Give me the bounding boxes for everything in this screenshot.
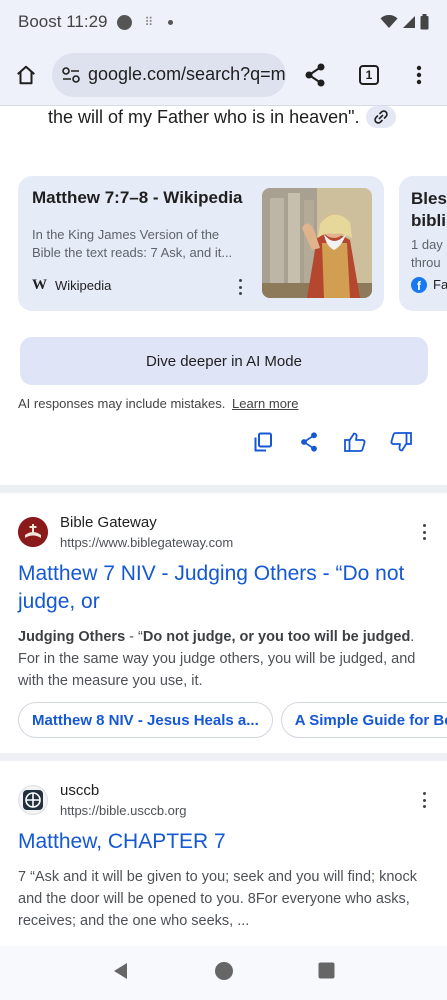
source-card-source: W Wikipedia: [32, 277, 111, 294]
result-snippet: 7 “Ask and it will be given to you; seek…: [18, 869, 417, 929]
result-url: https://bible.usccb.org: [60, 803, 187, 818]
source-card-source-name: Wikipedia: [55, 278, 112, 293]
section-divider: [0, 485, 447, 493]
result-title-link[interactable]: Matthew 7 NIV - Judging Others - “Do not…: [18, 560, 438, 616]
home-nav-button[interactable]: [214, 961, 234, 986]
search-result: Bible Gateway https://www.biblegateway.c…: [0, 514, 447, 754]
status-carrier-time: Boost 11:29: [18, 12, 108, 31]
url-text: google.com/search?q=m: [88, 64, 286, 84]
result-source[interactable]: usccb https://bible.usccb.org: [18, 782, 186, 818]
source-card-more-button[interactable]: [233, 279, 247, 295]
copy-button[interactable]: [250, 426, 276, 458]
source-card-title: Bles bibli: [411, 188, 447, 232]
dive-deeper-ai-mode-button[interactable]: Dive deeper in AI Mode: [20, 337, 428, 385]
source-card-snippet: In the King James Version of the Bible t…: [32, 227, 233, 260]
share-ai-button[interactable]: [296, 426, 322, 458]
biblegateway-favicon-icon: [18, 517, 48, 547]
result-snippet: Judging Others - “Do not judge, or you t…: [18, 626, 433, 692]
source-card-title: Matthew 7:7–8 - Wikipedia: [32, 188, 243, 207]
ai-overview-text: the will of my Father who is in heaven".: [48, 106, 396, 128]
usccb-favicon-icon: [18, 785, 48, 815]
home-button[interactable]: [0, 49, 52, 101]
source-card-title-line: Bles: [411, 189, 447, 208]
source-card-snippet: 1 day a throu: [411, 236, 447, 272]
result-more-button[interactable]: [421, 524, 427, 540]
menu-button[interactable]: [396, 52, 442, 98]
back-button[interactable]: [112, 962, 130, 985]
wikipedia-icon: W: [32, 277, 47, 293]
result-url: https://www.biblegateway.com: [60, 535, 234, 550]
sitelink-chips: Matthew 8 NIV - Jesus Heals a... A Simpl…: [18, 702, 447, 738]
link-icon: [373, 110, 388, 124]
source-card-snippet-line: throu: [411, 255, 441, 270]
ai-overview-quote-tail: the will of my Father who is in heaven".: [48, 106, 360, 127]
wifi-icon: [380, 15, 398, 28]
section-divider: [0, 753, 447, 761]
system-navigation-bar: [0, 946, 447, 1000]
ai-disclaimer: AI responses may include mistakes. Learn…: [18, 396, 298, 411]
recents-square-icon: [318, 962, 335, 979]
recents-button[interactable]: [318, 962, 335, 984]
home-icon: [17, 65, 35, 84]
home-circle-icon: [215, 961, 233, 980]
more-notifications-icon: [168, 19, 174, 25]
search-result: usccb https://bible.usccb.org Matthew, C…: [0, 782, 447, 944]
source-card-snippet-line: 1 day a: [411, 237, 447, 252]
notification-dot-icon: [117, 14, 133, 30]
source-card-source-name: Fa: [433, 277, 447, 292]
result-more-button[interactable]: [421, 792, 427, 808]
source-card-wikipedia[interactable]: Matthew 7:7–8 - Wikipedia In the King Ja…: [18, 176, 384, 311]
signal-icon: [403, 16, 415, 28]
share-icon: [301, 432, 317, 452]
share-icon: [305, 63, 325, 86]
back-triangle-icon: [114, 962, 127, 979]
result-site-name: Bible Gateway: [60, 514, 157, 531]
citation-link-button[interactable]: [365, 106, 396, 128]
thumbs-down-button[interactable]: [388, 426, 414, 458]
search-results-page: the will of my Father who is in heaven".…: [0, 106, 447, 944]
snippet-bold: Do not judge, or you too will be judged: [142, 629, 411, 645]
thumbs-up-button[interactable]: [342, 426, 368, 458]
sitelink-chip[interactable]: A Simple Guide for Beh: [280, 702, 447, 738]
copy-icon: [254, 432, 272, 452]
thumbs-down-icon: [390, 432, 412, 452]
tab-switcher-button[interactable]: 1: [346, 52, 392, 98]
source-cards-row: Matthew 7:7–8 - Wikipedia In the King Ja…: [18, 176, 447, 311]
grid-icon: ⠿: [144, 15, 153, 29]
learn-more-link[interactable]: Learn more: [232, 396, 298, 411]
source-card-thumbnail: [262, 188, 372, 298]
result-title-link[interactable]: Matthew, CHAPTER 7: [18, 828, 438, 856]
share-button[interactable]: [292, 52, 338, 98]
thumbs-up-icon: [344, 432, 366, 452]
source-card-title-line: bibli: [411, 211, 446, 230]
browser-toolbar: google.com/search?q=m 1: [0, 44, 447, 106]
site-settings-icon: [62, 66, 80, 83]
address-bar[interactable]: google.com/search?q=m: [52, 52, 286, 97]
source-card-partial[interactable]: Bles bibli 1 day a throu f Fa: [399, 176, 447, 311]
status-bar: Boost 11:29 ⠿: [0, 0, 447, 44]
tab-count: 1: [359, 64, 379, 85]
result-source[interactable]: Bible Gateway https://www.biblegateway.c…: [18, 514, 233, 550]
result-site-name: usccb: [60, 782, 100, 799]
facebook-icon: f: [411, 277, 427, 293]
sitelink-chip[interactable]: Matthew 8 NIV - Jesus Heals a...: [18, 702, 273, 738]
more-vert-icon: [416, 65, 422, 84]
ai-feedback-actions: [250, 426, 414, 458]
battery-icon: [420, 14, 429, 30]
snippet-bold: Judging Others: [18, 629, 126, 645]
snippet-text: - “: [125, 629, 143, 645]
ai-disclaimer-text: AI responses may include mistakes.: [18, 396, 226, 411]
painting-thumbnail-image: [262, 188, 372, 298]
